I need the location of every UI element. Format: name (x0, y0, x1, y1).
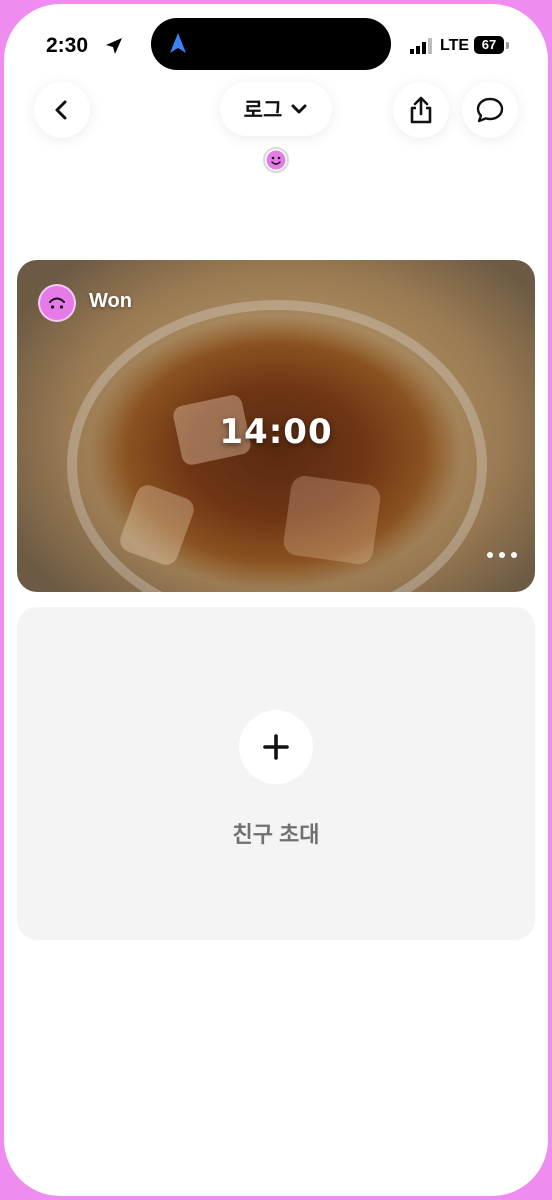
page-title: 로그 (243, 99, 283, 122)
invite-plus-button[interactable] (239, 710, 313, 784)
battery-tip (506, 42, 509, 49)
share-icon (410, 96, 432, 124)
chat-bubble-icon (476, 97, 504, 123)
log-dropdown-button[interactable]: 로그 (220, 82, 332, 136)
upside-down-face-icon (49, 297, 65, 309)
invite-friend-card[interactable]: 친구 초대 (17, 607, 535, 940)
chevron-down-icon (291, 104, 307, 114)
chat-button[interactable] (462, 82, 518, 138)
smiley-icon (266, 150, 286, 170)
dynamic-island (151, 18, 391, 70)
status-time: 2:30 (46, 34, 89, 57)
network-type: LTE (440, 37, 470, 54)
reaction-avatar[interactable] (263, 147, 289, 173)
photo-post-card[interactable]: Won 14:00 (17, 260, 535, 592)
back-button[interactable] (34, 82, 90, 138)
navigation-icon (170, 33, 186, 53)
plus-icon (263, 734, 289, 760)
chevron-left-icon (55, 100, 67, 120)
share-button[interactable] (393, 82, 449, 138)
poster-name[interactable]: Won (89, 290, 132, 313)
poster-avatar[interactable] (38, 284, 76, 322)
location-arrow-icon (106, 38, 122, 54)
invite-label: 친구 초대 (232, 822, 320, 847)
photo-time-overlay: 14:00 (219, 412, 333, 452)
device-frame: 2:30 LTE 67 로그 Won 14:00 친구 초대 (0, 0, 552, 1200)
more-dots-icon[interactable] (485, 550, 519, 560)
ice-cube (281, 474, 383, 566)
signal-strength-icon (410, 38, 432, 54)
app-screen: 2:30 LTE 67 로그 Won 14:00 친구 초대 (4, 4, 548, 1196)
battery-icon: 67 (474, 36, 504, 54)
